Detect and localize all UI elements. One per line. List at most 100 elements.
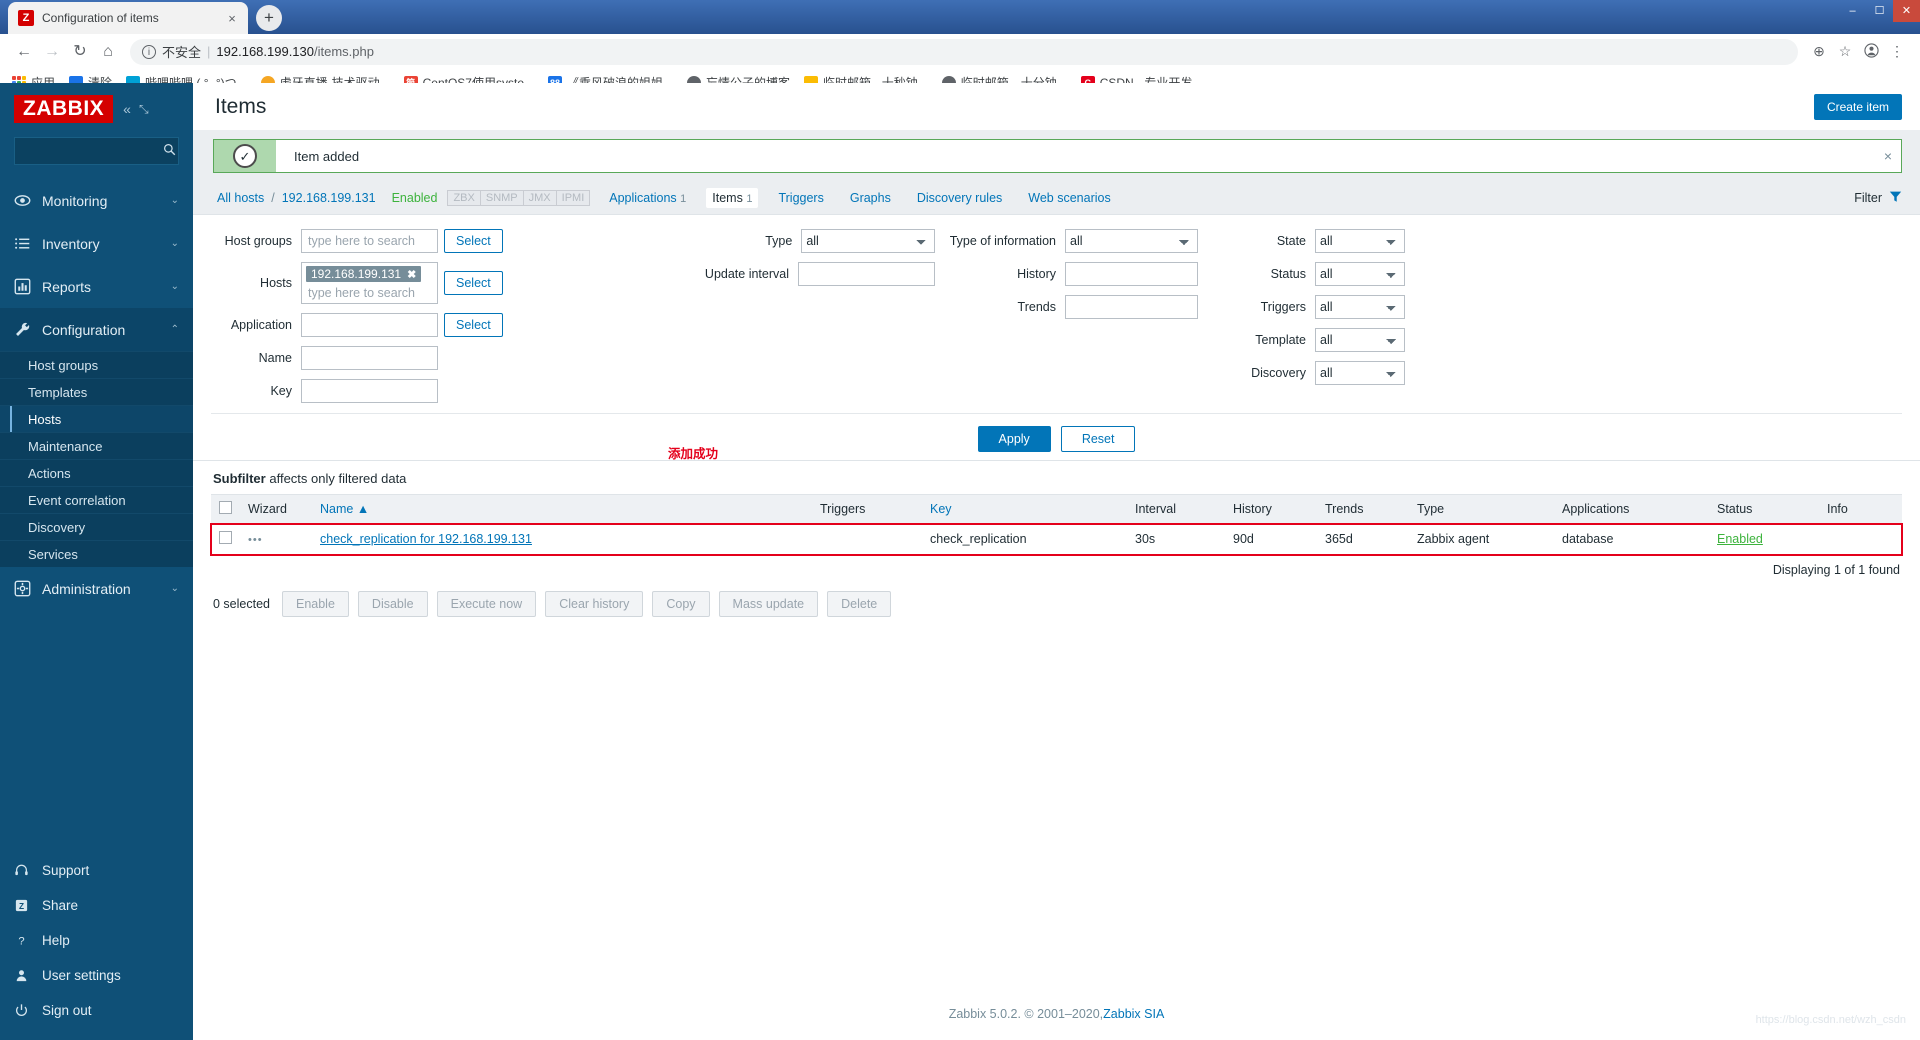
select-button-hosts[interactable]: Select: [444, 271, 503, 295]
footer-link[interactable]: Zabbix SIA: [1103, 1007, 1164, 1021]
apply-button[interactable]: Apply: [977, 426, 1051, 452]
filter-input-application[interactable]: [301, 313, 438, 337]
reset-button[interactable]: Reset: [1060, 426, 1136, 452]
header-trends[interactable]: Trends: [1317, 494, 1409, 524]
row-wizard[interactable]: •••: [240, 523, 312, 555]
zoom-icon[interactable]: ⊕: [1806, 43, 1832, 60]
chevron-down-icon[interactable]: ⌄: [171, 583, 179, 594]
chevron-up-icon[interactable]: ⌃: [171, 324, 179, 335]
sidebar-item-configuration[interactable]: Configuration ⌃: [0, 308, 193, 352]
filter-select-type-of-information[interactable]: all: [1065, 229, 1198, 253]
filter-select-status[interactable]: all: [1315, 262, 1405, 286]
row-checkbox[interactable]: [219, 531, 232, 544]
sidebar-item-user-settings[interactable]: User settings: [0, 958, 193, 993]
wizard-dots-icon[interactable]: •••: [248, 534, 263, 546]
header-key[interactable]: Key: [922, 494, 1127, 524]
sidebar-item-reports[interactable]: Reports ⌄: [0, 265, 193, 308]
sidebar-item-inventory[interactable]: Inventory ⌄: [0, 222, 193, 265]
chevron-down-icon[interactable]: ⌄: [171, 195, 179, 206]
sidebar-collapse-icon[interactable]: «: [123, 101, 131, 117]
filter-select-template[interactable]: all: [1315, 328, 1405, 352]
header-type[interactable]: Type: [1409, 494, 1554, 524]
breadcrumb-tab-discovery-rules[interactable]: Discovery rules: [911, 188, 1008, 208]
bulk-button-copy[interactable]: Copy: [652, 591, 710, 617]
row-name[interactable]: check_replication for 192.168.199.131: [312, 523, 812, 555]
sidebar-subitem-hosts[interactable]: Hosts: [0, 405, 193, 433]
bulk-button-mass-update[interactable]: Mass update: [718, 591, 819, 617]
window-close-button[interactable]: ✕: [1893, 0, 1920, 22]
sidebar-search[interactable]: [14, 137, 179, 166]
item-name-link[interactable]: check_replication for 192.168.199.131: [320, 532, 532, 546]
bulk-button-clear-history[interactable]: Clear history: [545, 591, 644, 617]
window-minimize-button[interactable]: –: [1839, 0, 1866, 22]
forward-icon[interactable]: →: [38, 38, 66, 66]
filter-chip[interactable]: 192.168.199.131 ✖: [306, 266, 422, 282]
row-checkbox-cell[interactable]: [211, 523, 240, 555]
breadcrumb-tab-items[interactable]: Items 1: [706, 188, 759, 208]
row-status[interactable]: Enabled: [1709, 523, 1819, 555]
filter-multiselect-host-groups[interactable]: type here to search: [301, 229, 438, 253]
table-row[interactable]: ••• check_replication for 192.168.199.13…: [210, 522, 1903, 556]
breadcrumb-all-hosts[interactable]: All hosts: [213, 191, 268, 205]
select-button-application[interactable]: Select: [444, 313, 503, 337]
header-status[interactable]: Status: [1709, 494, 1819, 524]
filter-select-state[interactable]: all: [1315, 229, 1405, 253]
sidebar-item-sign-out[interactable]: Sign out: [0, 993, 193, 1028]
header-triggers[interactable]: Triggers: [812, 494, 922, 524]
filter-input-name[interactable]: [301, 346, 438, 370]
breadcrumb-tab-graphs[interactable]: Graphs: [844, 188, 897, 208]
filter-input-update-interval[interactable]: [798, 262, 935, 286]
back-icon[interactable]: ←: [10, 38, 38, 66]
sidebar-item-monitoring[interactable]: Monitoring ⌄: [0, 179, 193, 222]
header-name[interactable]: Name ▲: [312, 494, 812, 524]
filter-toggle[interactable]: Filter: [1854, 190, 1902, 206]
window-maximize-button[interactable]: ☐: [1866, 0, 1893, 22]
filter-select-discovery[interactable]: all: [1315, 361, 1405, 385]
bulk-button-delete[interactable]: Delete: [827, 591, 892, 617]
chevron-down-icon[interactable]: ⌄: [171, 281, 179, 292]
select-button-host-groups[interactable]: Select: [444, 229, 503, 253]
sidebar-hide-icon[interactable]: ⤡: [139, 102, 149, 117]
chip-remove-icon[interactable]: ✖: [407, 268, 416, 281]
header-history[interactable]: History: [1225, 494, 1317, 524]
search-icon[interactable]: [163, 143, 176, 159]
reload-icon[interactable]: ↻: [66, 38, 94, 66]
sidebar-subitem-discovery[interactable]: Discovery: [0, 513, 193, 541]
profile-avatar-icon[interactable]: [1858, 42, 1884, 61]
browser-tab[interactable]: Z Configuration of items ×: [8, 2, 248, 34]
bulk-button-execute-now[interactable]: Execute now: [436, 591, 537, 617]
sidebar-subitem-actions[interactable]: Actions: [0, 459, 193, 487]
bulk-button-disable[interactable]: Disable: [357, 591, 428, 617]
sidebar-subitem-maintenance[interactable]: Maintenance: [0, 432, 193, 460]
sidebar-item-help[interactable]: ? Help: [0, 923, 193, 958]
breadcrumb-tab-web-scenarios[interactable]: Web scenarios: [1022, 188, 1116, 208]
select-all-checkbox[interactable]: [219, 501, 232, 514]
filter-select-type[interactable]: all: [801, 229, 935, 253]
filter-multiselect-hosts[interactable]: 192.168.199.131 ✖ type here to search: [301, 262, 438, 304]
message-close-icon[interactable]: ×: [1875, 140, 1901, 172]
sidebar-subitem-host-groups[interactable]: Host groups: [0, 351, 193, 379]
sidebar-item-support[interactable]: Support: [0, 853, 193, 888]
host-state-label[interactable]: Enabled: [392, 191, 438, 205]
filter-input-history[interactable]: [1065, 262, 1198, 286]
sidebar-subitem-templates[interactable]: Templates: [0, 378, 193, 406]
sidebar-subitem-event-correlation[interactable]: Event correlation: [0, 486, 193, 514]
zabbix-logo[interactable]: ZABBIX: [14, 95, 114, 124]
bookmark-star-icon[interactable]: ☆: [1832, 43, 1858, 60]
breadcrumb-tab-triggers[interactable]: Triggers: [772, 188, 829, 208]
sidebar-item-administration[interactable]: Administration ⌄: [0, 567, 193, 610]
site-info-icon[interactable]: i: [142, 44, 156, 59]
browser-menu-icon[interactable]: ⋮: [1884, 43, 1910, 60]
address-bar[interactable]: i 不安全 | 192.168.199.130/items.php: [130, 38, 1798, 65]
header-interval[interactable]: Interval: [1127, 494, 1225, 524]
sidebar-item-share[interactable]: Z Share: [0, 888, 193, 923]
filter-input-key[interactable]: [301, 379, 438, 403]
filter-icon[interactable]: [1889, 190, 1902, 206]
search-input[interactable]: [23, 143, 163, 160]
home-icon[interactable]: ⌂: [94, 38, 122, 66]
new-tab-button[interactable]: +: [256, 5, 282, 31]
filter-input-trends[interactable]: [1065, 295, 1198, 319]
create-item-button[interactable]: Create item: [1813, 93, 1902, 120]
sidebar-subitem-services[interactable]: Services: [0, 540, 193, 568]
header-select-all[interactable]: [211, 494, 240, 524]
